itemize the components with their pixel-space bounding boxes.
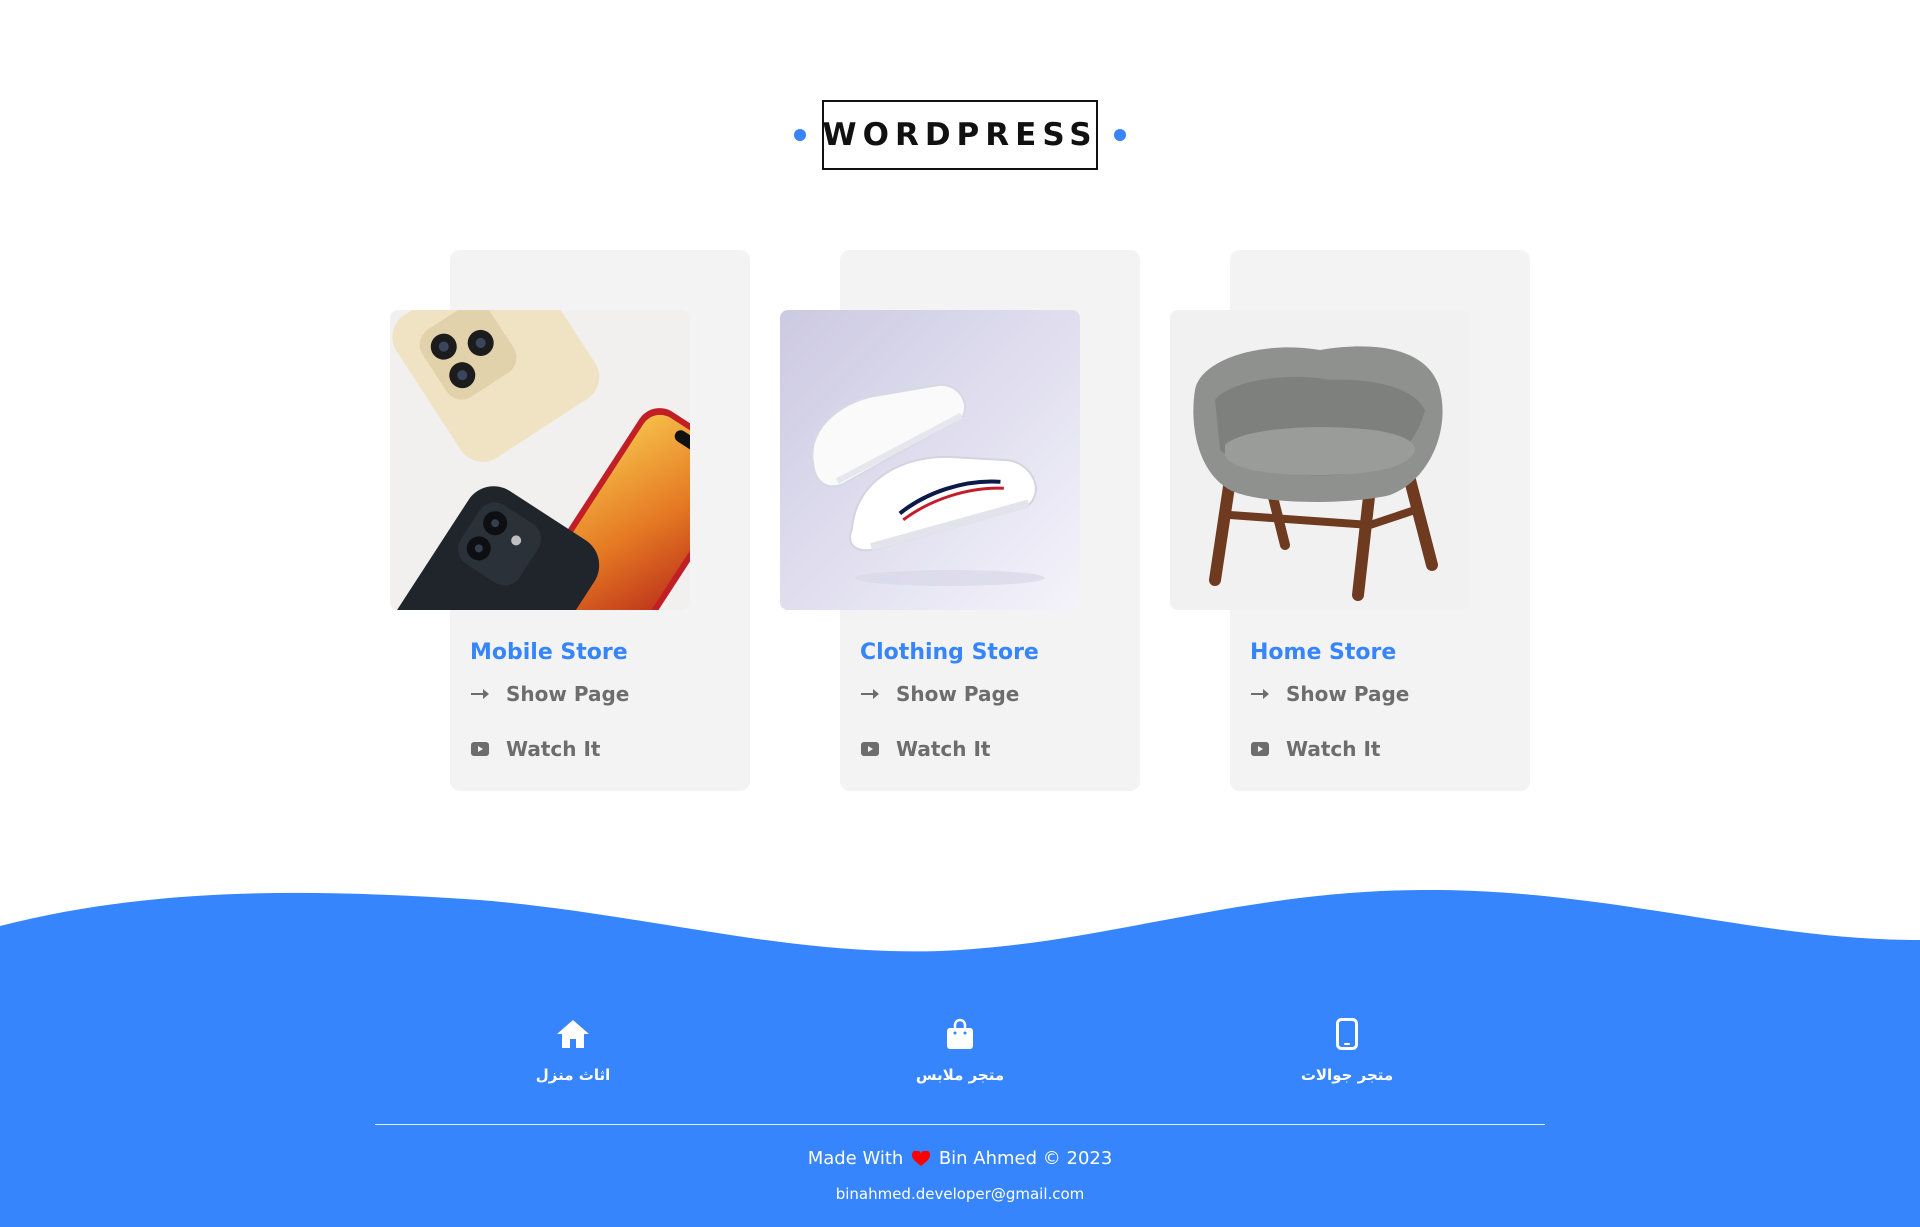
footer-credit: Made With Bin Ahmed © 2023 xyxy=(0,1148,1920,1172)
credit-prefix: Made With xyxy=(807,1148,904,1169)
show-page-link[interactable]: Show Page xyxy=(1250,682,1409,706)
credit-suffix: Bin Ahmed © 2023 xyxy=(938,1148,1113,1169)
card-title: Home Store xyxy=(1250,640,1397,665)
sneakers-image xyxy=(780,310,1080,610)
footer-nav-mobile[interactable]: متجر جوالات xyxy=(1247,1018,1447,1084)
watch-it-link[interactable]: Watch It xyxy=(470,737,600,761)
youtube-icon xyxy=(1250,739,1270,759)
footer-nav-home[interactable]: اثاث منزل xyxy=(473,1018,673,1084)
arrow-right-icon xyxy=(1250,684,1270,704)
footer-divider xyxy=(375,1124,1545,1125)
show-page-label: Show Page xyxy=(896,682,1020,706)
section-header: WORDPRESS xyxy=(0,100,1920,170)
shopping-bag-icon xyxy=(860,1018,1060,1054)
show-page-label: Show Page xyxy=(1286,682,1410,706)
show-page-link[interactable]: Show Page xyxy=(470,682,629,706)
youtube-icon xyxy=(470,739,490,759)
home-icon xyxy=(473,1018,673,1054)
section-title: WORDPRESS xyxy=(822,100,1098,170)
footer-nav-label: متجر ملابس xyxy=(915,1066,1005,1084)
store-card-mobile: Mobile Store Show Page Watch It xyxy=(390,250,750,791)
footer-nav-clothing[interactable]: متجر ملابس xyxy=(860,1018,1060,1084)
decorative-dot-left xyxy=(794,129,806,141)
arrow-right-icon xyxy=(860,684,880,704)
footer-nav-label: متجر جوالات xyxy=(1300,1066,1394,1084)
watch-it-label: Watch It xyxy=(506,737,601,761)
armchair-image xyxy=(1170,310,1470,610)
store-card-home: Home Store Show Page Watch It xyxy=(1170,250,1530,791)
decorative-dot-right xyxy=(1114,129,1126,141)
mobile-phone-icon xyxy=(1247,1018,1447,1054)
card-title: Mobile Store xyxy=(470,640,628,665)
footer-email[interactable]: binahmed.developer@gmail.com xyxy=(0,1185,1920,1203)
footer: اثاث منزل متجر ملابس متجر جوالات Made Wi… xyxy=(0,880,1920,1227)
watch-it-label: Watch It xyxy=(1286,737,1381,761)
youtube-icon xyxy=(860,739,880,759)
show-page-label: Show Page xyxy=(506,682,630,706)
watch-it-link[interactable]: Watch It xyxy=(1250,737,1380,761)
show-page-link[interactable]: Show Page xyxy=(860,682,1019,706)
card-title: Clothing Store xyxy=(860,640,1039,665)
store-card-clothing: Clothing Store Show Page Watch It xyxy=(780,250,1140,791)
heart-icon xyxy=(912,1150,931,1172)
watch-it-label: Watch It xyxy=(896,737,991,761)
phones-image xyxy=(390,310,690,610)
watch-it-link[interactable]: Watch It xyxy=(860,737,990,761)
arrow-right-icon xyxy=(470,684,490,704)
footer-nav-label: اثاث منزل xyxy=(535,1066,611,1084)
